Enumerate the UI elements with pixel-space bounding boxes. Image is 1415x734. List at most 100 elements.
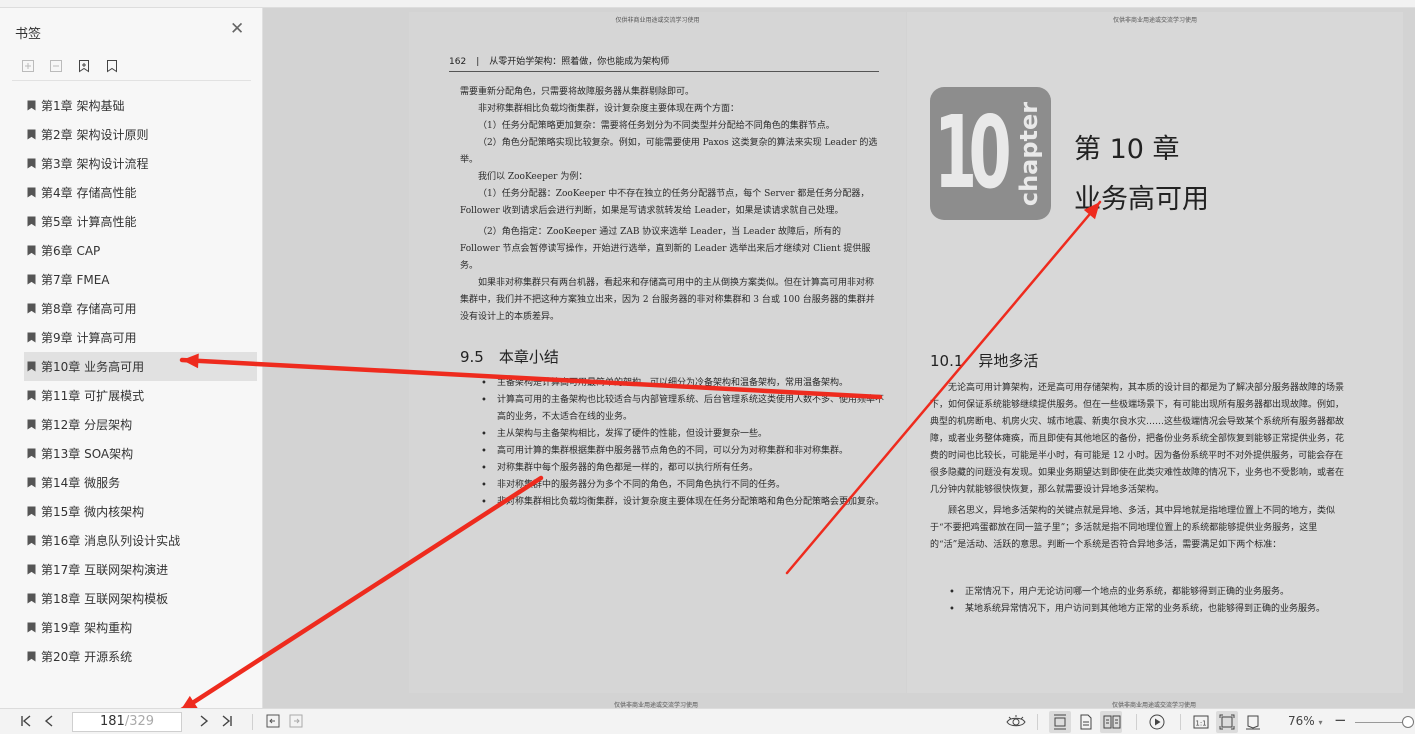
bookmark-item[interactable]: 第12章 分层架构 — [24, 410, 257, 439]
first-page-icon[interactable] — [20, 714, 32, 733]
bookmark-item[interactable]: 第6章 CAP — [24, 236, 257, 265]
bookmark-item[interactable]: 第16章 消息队列设计实战 — [24, 526, 257, 555]
list-item: 正常情况下，用户无论访问哪一个地点的业务系统，都能够得到正确的业务服务。 — [947, 584, 1347, 601]
continuous-scroll-icon[interactable] — [1053, 714, 1067, 734]
chevron-down-icon: ▾ — [1318, 718, 1323, 727]
page-number-input[interactable]: 181/329 — [72, 712, 182, 732]
bookmark-item[interactable]: 第19章 架构重构 — [24, 613, 257, 642]
bookmark-label: 第3章 架构设计流程 — [41, 157, 149, 171]
bookmark-icon — [27, 564, 36, 575]
last-page-icon[interactable] — [221, 714, 233, 733]
bookmark-item[interactable]: 第17章 互联网架构演进 — [24, 555, 257, 584]
bookmark-item[interactable]: 第20章 开源系统 — [24, 642, 257, 671]
bookmark-icon — [27, 332, 36, 343]
bookmark-label: 第12章 分层架构 — [41, 418, 133, 432]
list-item: 主备架构是计算高可用最简单的架构，可以细分为冷备架构和温备架构，常用温备架构。 — [479, 375, 884, 392]
bookmark-add-icon[interactable] — [76, 58, 92, 74]
paragraph: （1）任务分配器：ZooKeeper 中不存在独立的任务分配器节点，每个 Ser… — [460, 189, 870, 216]
bookmark-label: 第11章 可扩展模式 — [41, 389, 145, 403]
bookmark-item[interactable]: 第5章 计算高性能 — [24, 207, 257, 236]
next-page-icon[interactable] — [199, 714, 209, 733]
zoom-value: 76% — [1288, 714, 1315, 728]
paragraph: （2）角色指定：ZooKeeper 通过 ZAB 协议来选举 Leader，当 … — [460, 227, 871, 271]
bookmark-item[interactable]: 第3章 架构设计流程 — [24, 149, 257, 178]
bookmark-item[interactable]: 第9章 计算高可用 — [24, 323, 257, 352]
list-item: 主从架构与主备架构相比，发挥了硬件的性能，但设计要复杂一些。 — [479, 426, 884, 443]
bookmark-item[interactable]: 第11章 可扩展模式 — [24, 381, 257, 410]
bookmark-icon — [27, 535, 36, 546]
list-item: 非对称集群相比负载均衡集群，设计复杂度主要体现在任务分配策略和角色分配策略会更加… — [479, 494, 884, 511]
bookmark-label: 第2章 架构设计原则 — [41, 128, 149, 142]
close-icon[interactable]: ✕ — [230, 21, 244, 38]
sidebar-divider — [12, 80, 251, 81]
bookmark-icon — [27, 593, 36, 604]
bookmark-label: 第16章 消息队列设计实战 — [41, 534, 181, 548]
zoom-out-button[interactable]: − — [1334, 712, 1347, 728]
two-page-icon[interactable] — [1103, 714, 1121, 734]
bookmark-label: 第17章 互联网架构演进 — [41, 563, 169, 577]
paragraph: 需要重新分配角色，只需要将故障服务器从集群剔除即可。 — [460, 87, 695, 97]
zoom-slider-handle[interactable] — [1402, 716, 1414, 728]
forward-icon[interactable] — [289, 714, 303, 733]
zoom-level[interactable]: 76% ▾ — [1288, 714, 1323, 728]
bookmark-icon — [27, 274, 36, 285]
bookmark-icon — [27, 419, 36, 430]
top-strip — [0, 0, 1415, 8]
paragraph: 无论高可用计算架构，还是高可用存储架构，其本质的设计目的都是为了解决部分服务器故… — [930, 383, 1345, 495]
single-page-icon[interactable] — [1079, 714, 1093, 734]
chapter-title: 业务高可用 — [1074, 184, 1209, 215]
bookmark-label: 第18章 互联网架构模板 — [41, 592, 169, 606]
paragraph: 非对称集群相比负载均衡集群，设计复杂度主要体现在两个方面： — [478, 104, 740, 114]
list-item: 高可用计算的集群根据集群中服务器节点角色的不同，可以分为对称集群和非对称集群。 — [479, 443, 884, 460]
paragraph: （1）任务分配策略更加复杂：需要将任务划分为不同类型并分配给不同角色的集群节点。 — [478, 121, 835, 131]
back-icon[interactable] — [266, 714, 280, 733]
right-page: 仅供非商业用途或交流学习使用 10 chapter 第 10 章 业务高可用 1… — [907, 12, 1403, 693]
bookmark-icon — [27, 158, 36, 169]
bookmark-label: 第1章 架构基础 — [41, 99, 125, 113]
bookmark-icon — [27, 651, 36, 662]
bookmark-label: 第20章 开源系统 — [41, 650, 133, 664]
chapter-logo: 10 chapter — [930, 87, 1051, 220]
eye-icon[interactable] — [1006, 714, 1026, 734]
play-icon[interactable] — [1149, 714, 1165, 734]
bookmark-icon — [27, 187, 36, 198]
bookmark-icon — [27, 506, 36, 517]
bookmark-label: 第19章 架构重构 — [41, 621, 133, 635]
chapter-logo-word: chapter — [1015, 101, 1043, 207]
actual-size-icon[interactable]: 1:1 — [1193, 714, 1209, 734]
bookmark-item[interactable]: 第8章 存储高可用 — [24, 294, 257, 323]
bookmark-item[interactable]: 第14章 微服务 — [24, 468, 257, 497]
bookmark-item[interactable]: 第4章 存储高性能 — [24, 178, 257, 207]
summary-list: 主备架构是计算高可用最简单的架构，可以细分为冷备架构和温备架构，常用温备架构。 … — [479, 375, 884, 511]
bookmark-label: 第14章 微服务 — [41, 476, 121, 490]
bookmark-list: 第1章 架构基础第2章 架构设计原则 第3章 架构设计流程第4章 存储高性能 第5章… — [24, 91, 257, 671]
current-page: 181 — [99, 714, 125, 729]
right-body-text: 无论高可用计算架构，还是高可用存储架构，其本质的设计目的都是为了解决部分服务器故… — [930, 380, 1348, 554]
bookmark-icon — [27, 390, 36, 401]
bookmark-item[interactable]: 第13章 SOA架构 — [24, 439, 257, 468]
bookmark-item[interactable]: 第1章 架构基础 — [24, 91, 257, 120]
bookmark-item[interactable]: 第7章 FMEA — [24, 265, 257, 294]
bookmark-item[interactable]: 第10章 业务高可用 — [24, 352, 257, 381]
list-item: 计算高可用的主备架构也比较适合与内部管理系统、后台管理系统这类使用人数不多、使用… — [479, 392, 884, 426]
book-title: 从零开始学架构：照着做，你也能成为架构师 — [489, 57, 670, 67]
page-number: 162 — [449, 57, 467, 67]
bookmark-icon — [27, 100, 36, 111]
fit-page-icon[interactable] — [1219, 714, 1235, 734]
add-bookmark-icon[interactable] — [20, 58, 36, 74]
prev-page-icon[interactable] — [44, 714, 54, 733]
bookmark-label: 第8章 存储高可用 — [41, 302, 137, 316]
bookmark-item[interactable]: 第15章 微内核架构 — [24, 497, 257, 526]
bottom-toolbar: 181/329 1:1 76% ▾ − — [0, 708, 1415, 734]
sidebar-toolbar — [20, 58, 120, 74]
bookmark-item[interactable]: 第2章 架构设计原则 — [24, 120, 257, 149]
fit-width-icon[interactable] — [1245, 714, 1261, 734]
left-page: 仅供非商业用途或交流学习使用 162 | 从零开始学架构：照着做，你也能成为架构师 … — [409, 12, 906, 693]
bookmark-icon[interactable] — [104, 58, 120, 74]
section-title: 9.5 本章小结 — [460, 348, 559, 366]
zoom-slider-track[interactable] — [1355, 722, 1407, 723]
bookmark-item[interactable]: 第18章 互联网架构模板 — [24, 584, 257, 613]
bookmark-icon — [27, 448, 36, 459]
remove-bookmark-icon[interactable] — [48, 58, 64, 74]
bookmark-label: 第13章 SOA架构 — [41, 447, 134, 461]
